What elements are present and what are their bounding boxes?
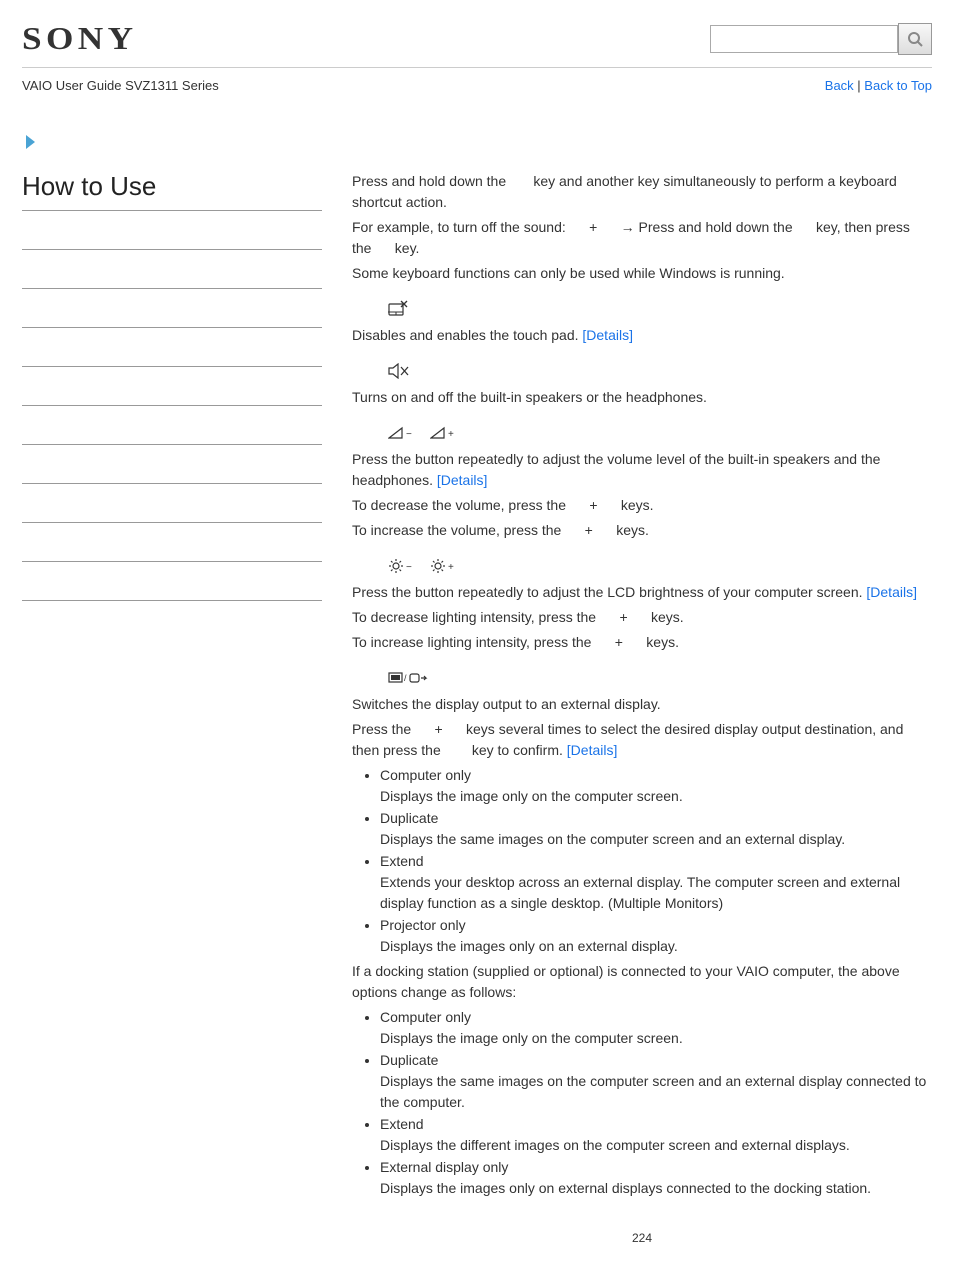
brightness-line-3: To increase lighting intensity, press th… bbox=[352, 632, 932, 653]
back-to-top-link[interactable]: Back to Top bbox=[864, 78, 932, 93]
search-button[interactable] bbox=[898, 23, 932, 55]
brightness-block: − + Press the bu bbox=[352, 555, 932, 653]
list-item: ExtendExtends your desktop across an ext… bbox=[380, 851, 932, 914]
speaker-block: Turns on and off the built-in speakers o… bbox=[352, 360, 932, 408]
sub-header: VAIO User Guide SVZ1311 Series Back | Ba… bbox=[22, 78, 932, 93]
list-item: DuplicateDisplays the same images on the… bbox=[380, 808, 932, 850]
list-item: External display onlyDisplays the images… bbox=[380, 1157, 932, 1199]
sidebar-divider bbox=[22, 210, 322, 211]
brightness-down-icon: − bbox=[388, 558, 418, 574]
speaker-mute-icon bbox=[388, 363, 410, 379]
volume-block: − + Press the button repeatedly to adjus… bbox=[352, 422, 932, 541]
svg-text:−: − bbox=[406, 429, 412, 440]
list-item: DuplicateDisplays the same images on the… bbox=[380, 1050, 932, 1113]
list-item: Projector onlyDisplays the images only o… bbox=[380, 915, 932, 957]
search-area bbox=[710, 23, 932, 55]
nav-links: Back | Back to Top bbox=[825, 78, 932, 93]
volume-line-3: To increase the volume, press the + keys… bbox=[352, 520, 932, 541]
volume-line-2: To decrease the volume, press the + keys… bbox=[352, 495, 932, 516]
display-line-2: Press the + keys several times to select… bbox=[352, 719, 932, 761]
intro-line-2: For example, to turn off the sound: + → … bbox=[352, 217, 932, 259]
back-link[interactable]: Back bbox=[825, 78, 854, 93]
sidebar-divider bbox=[22, 249, 322, 250]
speaker-text: Turns on and off the built-in speakers o… bbox=[352, 387, 932, 408]
display-block: / Switches the display output to an exte… bbox=[352, 667, 932, 1199]
touchpad-text: Disables and enables the touch pad. [Det… bbox=[352, 325, 932, 346]
volume-line-1: Press the button repeatedly to adjust th… bbox=[352, 449, 932, 491]
touchpad-block: Disables and enables the touch pad. [Det… bbox=[352, 298, 932, 346]
search-icon bbox=[907, 31, 923, 47]
svg-text:+: + bbox=[448, 562, 454, 573]
brightness-up-icon: + bbox=[430, 558, 460, 574]
brightness-line-1: Press the button repeatedly to adjust th… bbox=[352, 582, 932, 603]
sidebar-divider bbox=[22, 405, 322, 406]
touchpad-disable-icon bbox=[388, 300, 410, 318]
intro-block: Press and hold down the key and another … bbox=[352, 171, 932, 284]
header-bar: SONY bbox=[22, 20, 932, 68]
sidebar-divider bbox=[22, 288, 322, 289]
display-output-icon: / bbox=[388, 671, 428, 685]
svg-text:−: − bbox=[406, 562, 412, 573]
sidebar-divider bbox=[22, 483, 322, 484]
details-link[interactable]: [Details] bbox=[582, 327, 633, 343]
sidebar-divider bbox=[22, 366, 322, 367]
brightness-line-2: To decrease lighting intensity, press th… bbox=[352, 607, 932, 628]
display-list-1: Computer onlyDisplays the image only on … bbox=[352, 765, 932, 957]
search-input[interactable] bbox=[710, 25, 898, 53]
sidebar: How to Use bbox=[22, 171, 322, 1247]
sidebar-divider bbox=[22, 444, 322, 445]
list-item: Computer onlyDisplays the image only on … bbox=[380, 765, 932, 807]
breadcrumb-arrow bbox=[22, 133, 932, 151]
sony-logo: SONY bbox=[22, 20, 137, 57]
chevron-right-icon bbox=[22, 133, 40, 151]
sidebar-title: How to Use bbox=[22, 171, 322, 202]
display-line-1: Switches the display output to an extern… bbox=[352, 694, 932, 715]
sidebar-divider bbox=[22, 561, 322, 562]
separator: | bbox=[854, 78, 865, 93]
sidebar-divider bbox=[22, 600, 322, 601]
details-link[interactable]: [Details] bbox=[437, 472, 488, 488]
display-list-2: Computer onlyDisplays the image only on … bbox=[352, 1007, 932, 1199]
page-number: 224 bbox=[352, 1229, 932, 1247]
svg-text:+: + bbox=[448, 429, 454, 440]
main-content: Press and hold down the key and another … bbox=[322, 171, 932, 1247]
volume-up-icon: + bbox=[430, 426, 460, 440]
details-link[interactable]: [Details] bbox=[866, 584, 917, 600]
svg-text:/: / bbox=[404, 673, 407, 683]
list-item: Computer onlyDisplays the image only on … bbox=[380, 1007, 932, 1049]
details-link[interactable]: [Details] bbox=[567, 742, 618, 758]
sidebar-divider bbox=[22, 327, 322, 328]
sidebar-divider bbox=[22, 522, 322, 523]
intro-line-3: Some keyboard functions can only be used… bbox=[352, 263, 932, 284]
dock-intro: If a docking station (supplied or option… bbox=[352, 961, 932, 1003]
intro-line-1: Press and hold down the key and another … bbox=[352, 171, 932, 213]
list-item: ExtendDisplays the different images on t… bbox=[380, 1114, 932, 1156]
guide-title: VAIO User Guide SVZ1311 Series bbox=[22, 78, 219, 93]
volume-down-icon: − bbox=[388, 426, 418, 440]
